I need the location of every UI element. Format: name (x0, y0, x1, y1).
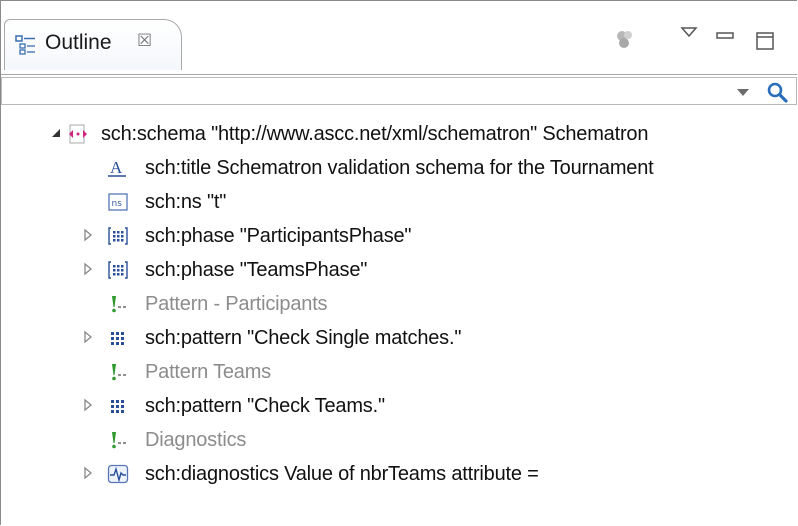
comment-icon (112, 364, 126, 381)
tab-outline[interactable]: Outline ☒ (4, 19, 182, 70)
tree-row-schema[interactable]: sch:schema "http://www.ascc.net/xml/sche… (1, 117, 797, 151)
view-menu-chevron-down-icon[interactable] (677, 21, 701, 45)
tree-row-label: sch:pattern "Check Single matches." (145, 327, 462, 349)
tree-row-pattern[interactable]: sch:pattern "Check Single matches." (1, 321, 797, 355)
tree-row-comment[interactable]: Pattern Teams (1, 355, 797, 389)
outline-view: Outline ☒ sch:schema "http://www.ascc.ne… (0, 0, 797, 525)
collapse-arrow-icon[interactable] (49, 126, 63, 140)
tree-row-title[interactable]: A sch:title Schematron validation schema… (1, 151, 797, 185)
search-icon[interactable] (765, 80, 789, 104)
tree-row-comment[interactable]: Pattern - Participants (1, 287, 797, 321)
expand-arrow-icon[interactable] (81, 262, 95, 276)
comment-icon (112, 296, 126, 313)
minimize-icon[interactable] (713, 23, 737, 47)
tree-row-label: Pattern Teams (145, 361, 271, 383)
tree-row-comment[interactable]: Diagnostics (1, 423, 797, 457)
view-tab-bar: Outline ☒ (1, 1, 797, 81)
maximize-icon[interactable] (753, 29, 777, 53)
tree-row-label: sch:schema "http://www.ascc.net/xml/sche… (101, 123, 649, 145)
comment-icon (112, 432, 126, 449)
title-icon: A (108, 158, 126, 177)
tree-row-label: Diagnostics (145, 429, 247, 451)
phase-icon (108, 261, 128, 279)
svg-text:A: A (110, 158, 123, 177)
close-icon[interactable]: ☒ (137, 32, 155, 50)
diagnostics-icon (107, 464, 129, 484)
expand-arrow-icon[interactable] (81, 330, 95, 344)
phase-icon (108, 227, 128, 245)
pattern-icon (111, 332, 124, 345)
tree-row-label: sch:ns "t" (145, 191, 227, 213)
svg-text:ns: ns (112, 199, 123, 209)
tree-row-pattern[interactable]: sch:pattern "Check Teams." (1, 389, 797, 423)
tree-row-label: Pattern - Participants (145, 293, 328, 315)
pattern-icon (111, 400, 124, 413)
tree-row-diagnostics[interactable]: sch:diagnostics Value of nbrTeams attrib… (1, 457, 797, 491)
tree-row-label: sch:diagnostics Value of nbrTeams attrib… (145, 463, 539, 485)
tab-outline-label: Outline (45, 31, 112, 54)
outline-icon (15, 35, 35, 55)
filter-controls (731, 77, 797, 105)
tree-row-ns[interactable]: ns sch:ns "t" (1, 185, 797, 219)
tree-row-phase[interactable]: sch:phase "ParticipantsPhase" (1, 219, 797, 253)
tree-row-phase[interactable]: sch:phase "TeamsPhase" (1, 253, 797, 287)
sync-with-editor-icon[interactable] (613, 27, 637, 51)
filter-input[interactable] (1, 77, 731, 105)
expand-arrow-icon[interactable] (81, 398, 95, 412)
tree-row-label: sch:pattern "Check Teams." (145, 395, 385, 417)
filter-bar (1, 74, 797, 109)
filter-dropdown-chevron-down-icon[interactable] (735, 85, 751, 99)
namespace-icon: ns (108, 193, 128, 211)
expand-arrow-icon[interactable] (81, 466, 95, 480)
tree-row-label: sch:phase "ParticipantsPhase" (145, 225, 412, 247)
tree-row-label: sch:phase "TeamsPhase" (145, 259, 368, 281)
schema-icon (69, 124, 87, 144)
expand-arrow-icon[interactable] (81, 228, 95, 242)
tree-row-label: sch:title Schematron validation schema f… (145, 157, 654, 179)
